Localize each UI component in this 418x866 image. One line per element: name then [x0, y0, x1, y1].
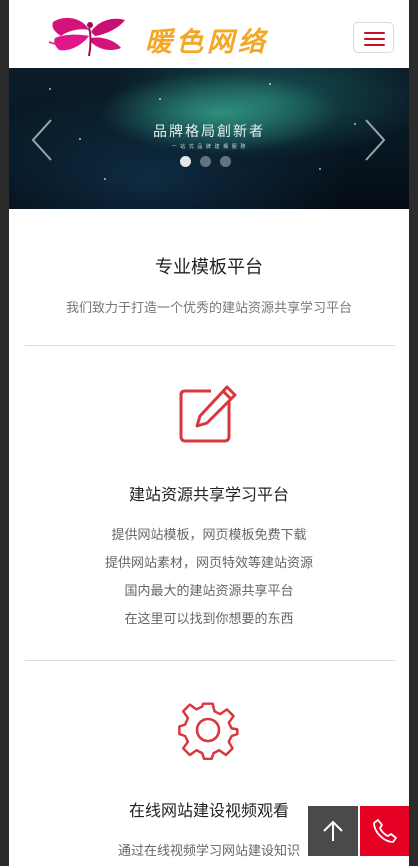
menu-toggle-button[interactable]	[353, 22, 394, 53]
gear-icon	[178, 702, 239, 761]
star	[159, 98, 161, 100]
carousel-dot-2[interactable]	[200, 156, 211, 167]
logo-text: 暖色网络	[145, 27, 269, 58]
site-header: 暖色网络	[9, 0, 409, 68]
feature-1-title-wrap: 建站资源共享学习平台	[9, 481, 409, 505]
intro-lead-wrap: 我们致力于打造一个优秀的建站资源共享学习平台	[9, 297, 409, 316]
feature-1-line-3-wrap: 国内最大的建站资源共享平台	[9, 580, 409, 599]
intro-lead: 我们致力于打造一个优秀的建站资源共享学习平台	[65, 301, 352, 316]
feature-1-line-4-wrap: 在这里可以找到你想要的东西	[9, 608, 409, 627]
menu-bar-icon	[364, 44, 385, 46]
feature-desc-line: 国内最大的建站资源共享平台	[124, 584, 294, 599]
hero-carousel[interactable]: 品牌格局創新者 一 站 式 品 牌 建 構 服 務	[9, 68, 409, 209]
star	[269, 83, 271, 85]
menu-bar-icon	[364, 38, 385, 40]
carousel-dot-1[interactable]	[180, 156, 191, 167]
banner-subtitle: 一 站 式 品 牌 建 構 服 務	[171, 144, 247, 150]
back-to-top-button[interactable]	[308, 806, 358, 856]
butterfly-fairy-icon	[48, 17, 125, 57]
carousel-dot-3[interactable]	[220, 156, 231, 167]
call-button[interactable]	[360, 806, 409, 856]
edit-icon	[179, 385, 239, 443]
feature-desc-line: 提供网站模板，网页模板免费下载	[111, 528, 307, 543]
carousel-indicators	[180, 156, 231, 167]
intro-heading: 专业模板平台	[155, 257, 263, 278]
feature-1-line-1-wrap: 提供网站模板，网页模板免费下载	[9, 524, 409, 543]
star	[319, 168, 321, 170]
divider	[25, 660, 395, 661]
divider	[25, 345, 395, 346]
star	[49, 88, 51, 90]
feature-1-line-2-wrap: 提供网站素材，网页特效等建站资源	[9, 552, 409, 571]
page-frame: 暖色网络 品牌格局創新者 一 站 式 品 牌 建 構 服 務 专业模板平台 我们…	[9, 0, 409, 866]
feature-desc-line: 在这里可以找到你想要的东西	[124, 612, 294, 627]
site-logo[interactable]: 暖色网络	[45, 12, 315, 58]
menu-bar-icon	[364, 32, 385, 34]
arrow-up-icon	[323, 820, 343, 841]
intro-section: 专业模板平台	[9, 253, 409, 279]
star	[104, 178, 106, 180]
banner-title: 品牌格局創新者	[153, 124, 265, 140]
feature-desc-line: 提供网站素材，网页特效等建站资源	[104, 556, 313, 571]
feature-title: 建站资源共享学习平台	[128, 485, 289, 504]
phone-icon	[373, 819, 397, 843]
